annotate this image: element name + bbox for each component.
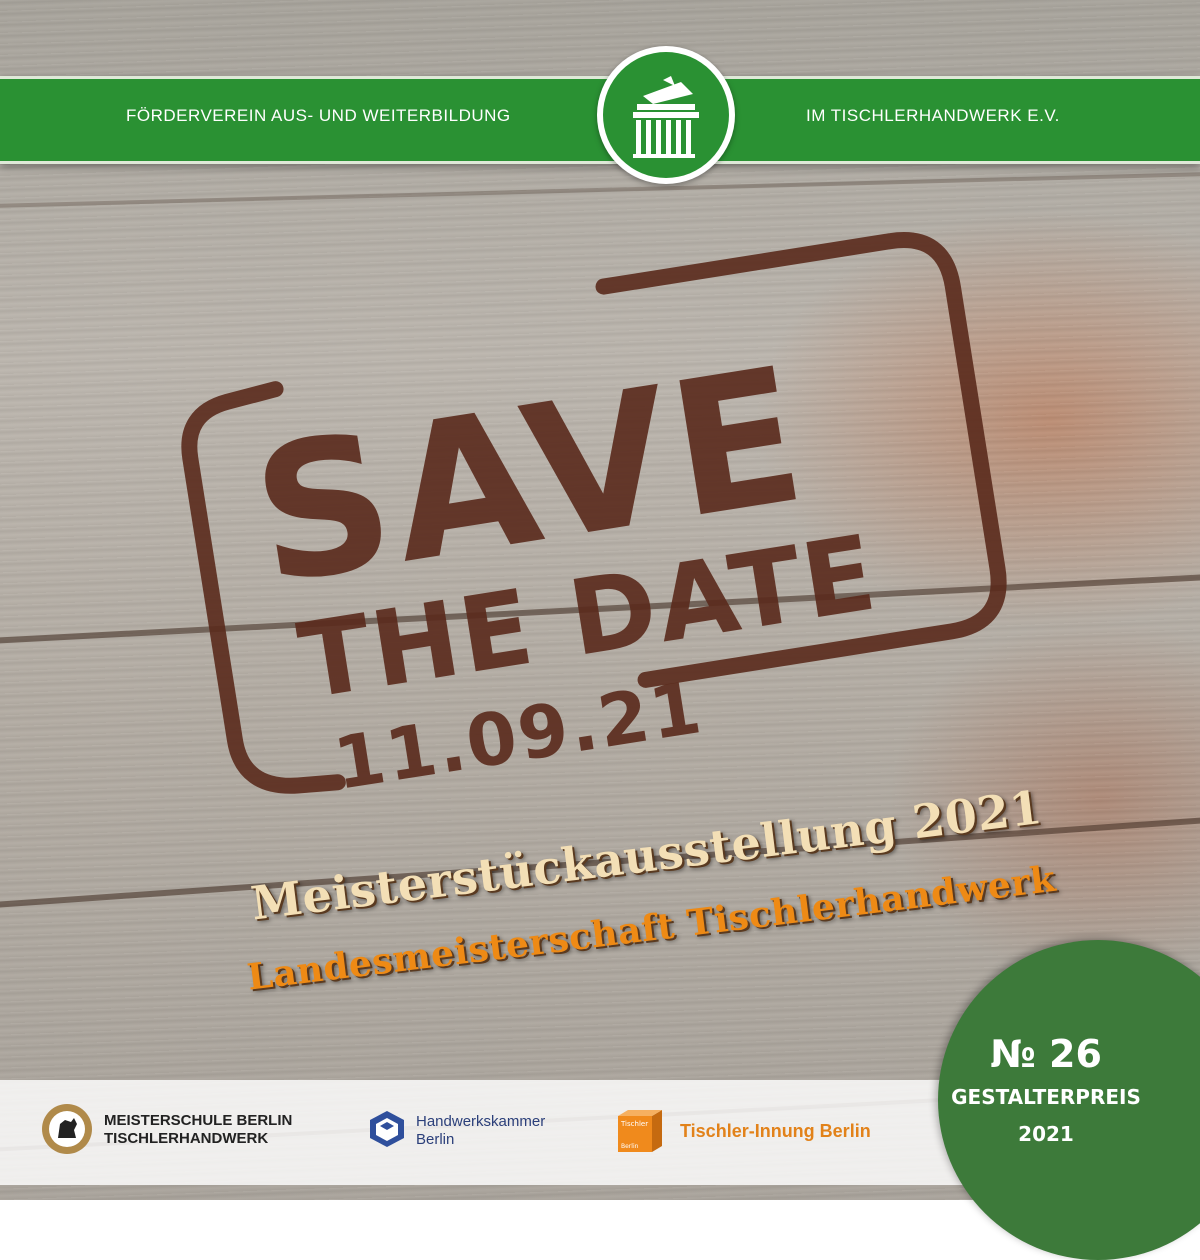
sponsor-tischler-innung: Tischler-Innung Berlin <box>680 1121 871 1141</box>
berlin-bear-gear-icon <box>42 1104 92 1154</box>
sponsor-line: Handwerkskammer <box>416 1113 546 1130</box>
svg-text:Berlin: Berlin <box>621 1143 639 1150</box>
hwk-cube-icon <box>370 1111 404 1147</box>
sponsor-meisterschule: MEISTERSCHULE BERLIN TISCHLERHANDWERK <box>104 1112 292 1148</box>
badge-number: № 26 <box>990 1032 1102 1076</box>
sponsor-hwk: Handwerkskammer Berlin <box>416 1113 545 1149</box>
svg-text:Tischler: Tischler <box>620 1120 648 1128</box>
badge-label: GESTALTERPREIS <box>951 1085 1141 1109</box>
sponsor-line: MEISTERSCHULE BERLIN <box>104 1112 293 1129</box>
badge-year: 2021 <box>1018 1122 1074 1146</box>
tischler-cube-icon: Tischler Berlin <box>618 1110 662 1152</box>
sponsor-line: Berlin <box>416 1131 455 1148</box>
sponsor-line: TISCHLERHANDWERK <box>104 1130 269 1147</box>
